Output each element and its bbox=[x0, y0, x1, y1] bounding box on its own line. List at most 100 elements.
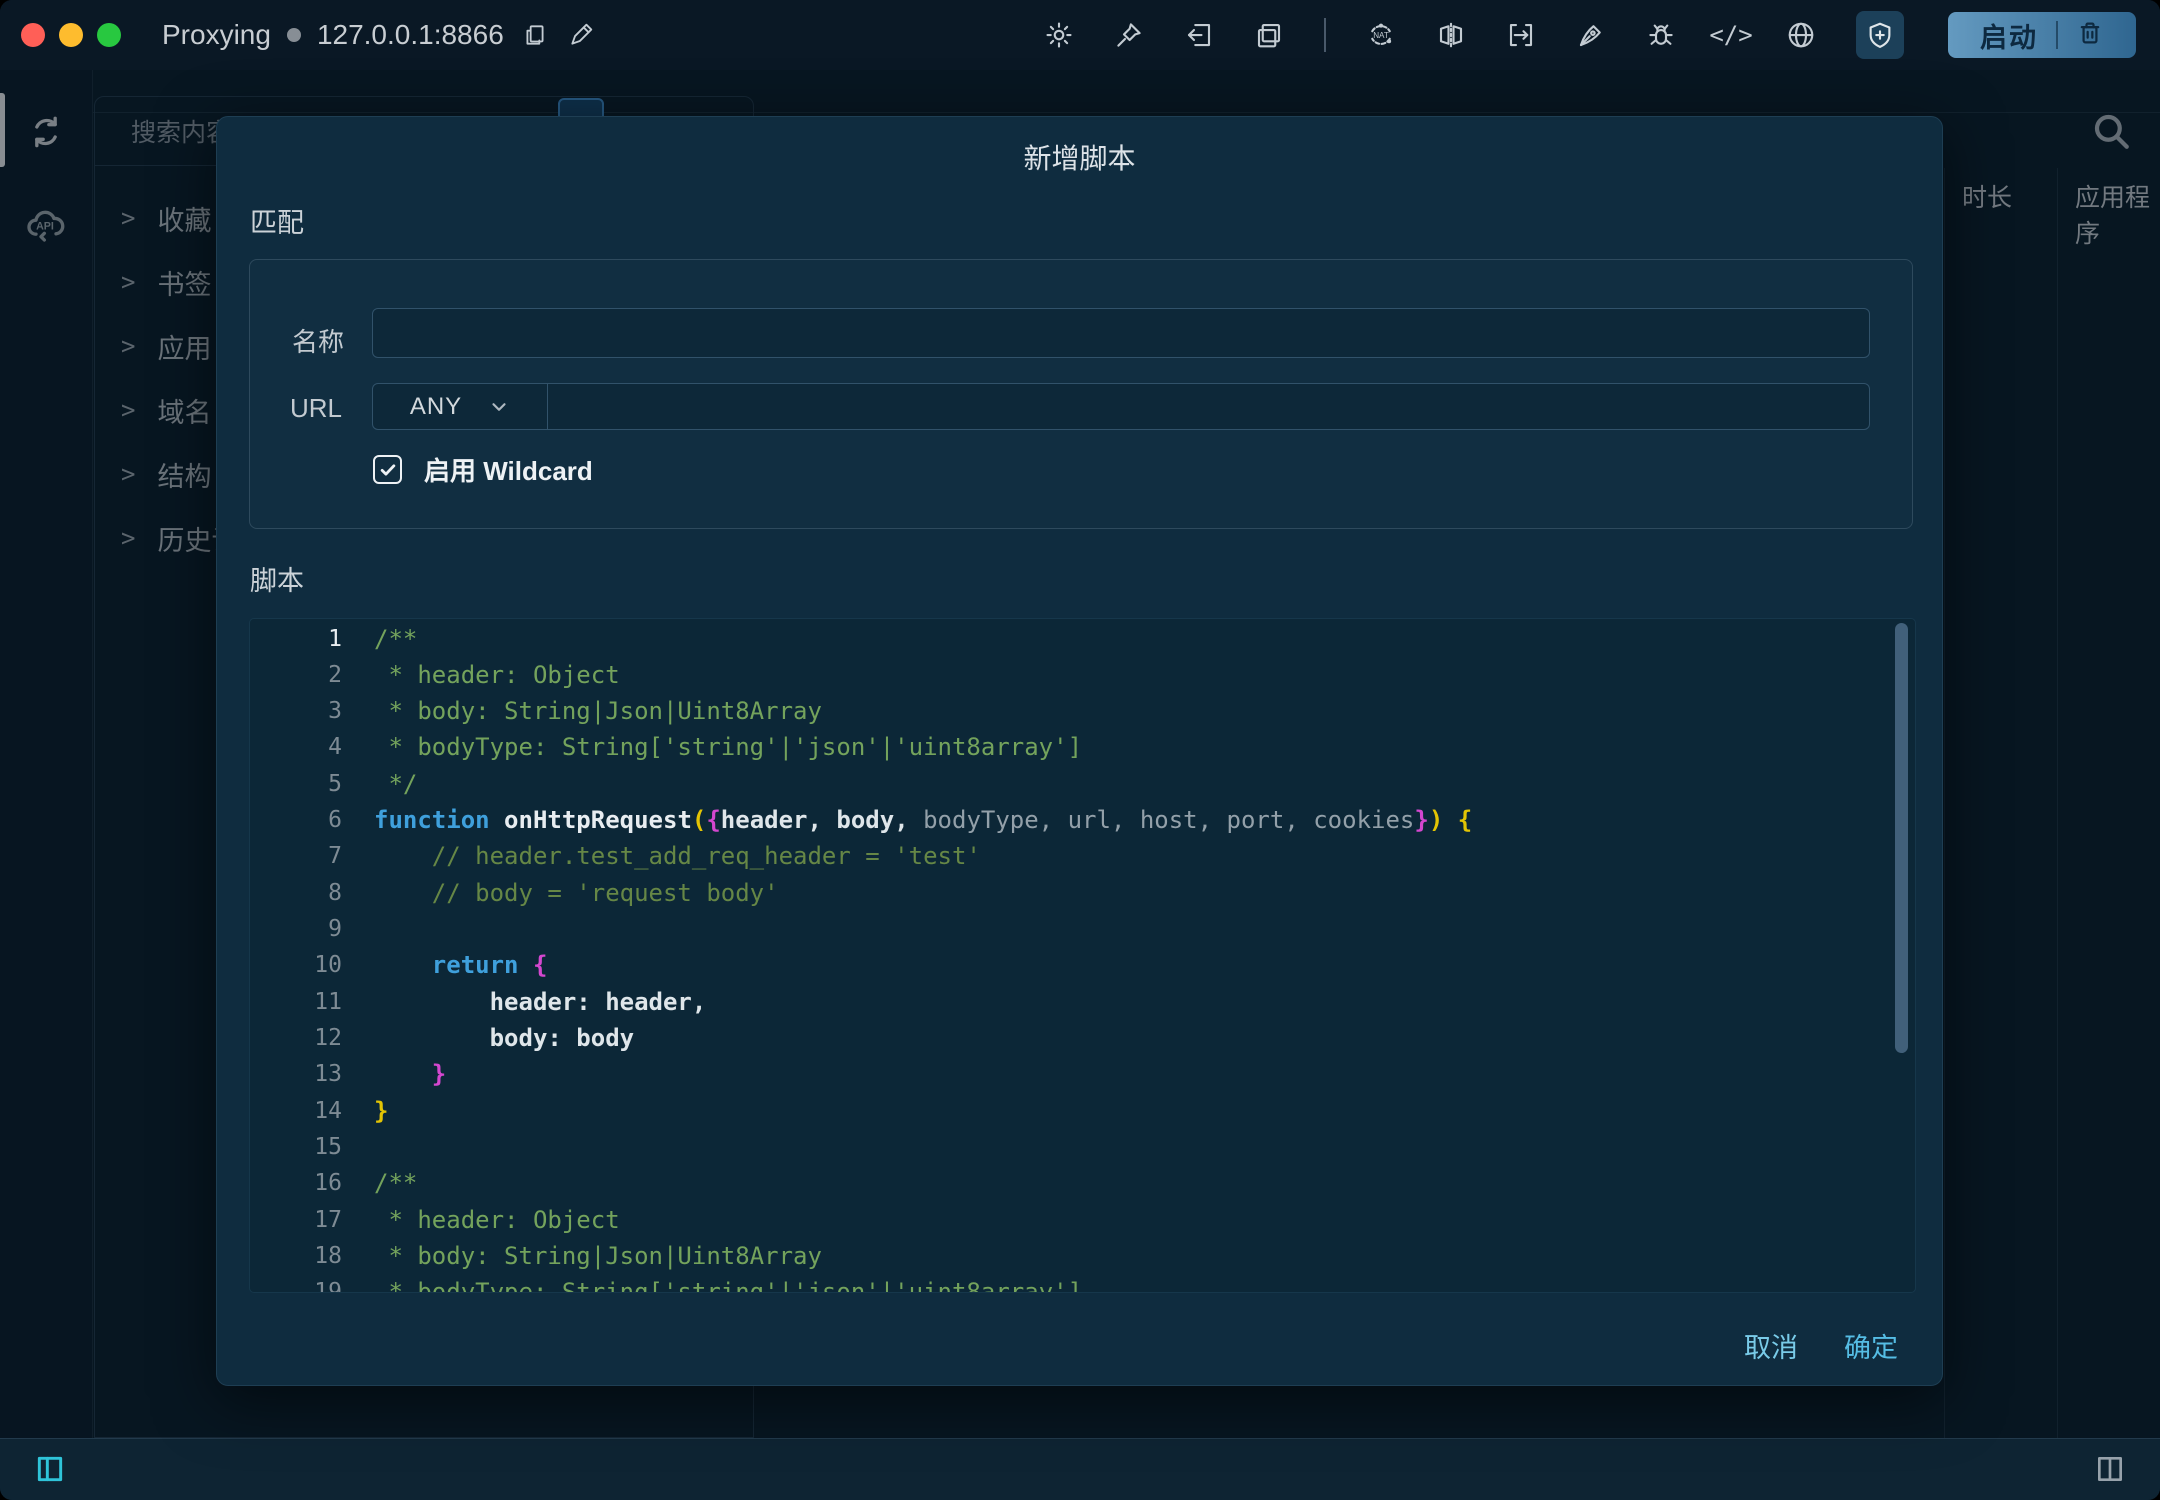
line-number: 8 bbox=[250, 880, 342, 906]
toggle-right-panel-icon[interactable] bbox=[2094, 1453, 2126, 1490]
match-section-label: 匹配 bbox=[250, 201, 304, 240]
line-number: 3 bbox=[250, 698, 342, 724]
code-line[interactable]: 5 */ bbox=[250, 765, 1915, 802]
app-window: Proxying 127.0.0.1:8866 bbox=[0, 0, 2160, 1500]
toggle-left-panel-icon[interactable] bbox=[34, 1453, 66, 1490]
proxy-address: 127.0.0.1:8866 bbox=[317, 19, 504, 51]
code-text: } bbox=[374, 1060, 446, 1088]
code-line[interactable]: 17 * header: Object bbox=[250, 1201, 1915, 1238]
code-text: header: header, bbox=[374, 988, 706, 1016]
code-text: * header: Object bbox=[374, 1206, 620, 1234]
url-label: URL bbox=[290, 393, 342, 424]
line-number: 15 bbox=[250, 1134, 342, 1160]
code-text: */ bbox=[374, 770, 417, 798]
code-line[interactable]: 12 body: body bbox=[250, 1020, 1915, 1057]
bug-icon[interactable] bbox=[1646, 20, 1676, 50]
code-text: // header.test_add_req_header = 'test' bbox=[374, 842, 981, 870]
line-number: 7 bbox=[250, 843, 342, 869]
line-number: 2 bbox=[250, 662, 342, 688]
line-number: 4 bbox=[250, 734, 342, 760]
title-bar: Proxying 127.0.0.1:8866 bbox=[0, 0, 2160, 70]
shield-plus-button[interactable] bbox=[1856, 11, 1904, 59]
code-editor[interactable]: 1/**2 * header: Object3 * body: String|J… bbox=[249, 618, 1916, 1293]
script-code-icon[interactable]: </> bbox=[1716, 20, 1746, 50]
code-line[interactable]: 15 bbox=[250, 1129, 1915, 1166]
code-line[interactable]: 8 // body = 'request body' bbox=[250, 874, 1915, 911]
save-icon[interactable] bbox=[1506, 20, 1536, 50]
nat-icon[interactable]: NAT bbox=[1366, 20, 1396, 50]
name-input[interactable] bbox=[372, 308, 1870, 358]
code-text: /** bbox=[374, 1169, 417, 1197]
code-line[interactable]: 16 /** bbox=[250, 1165, 1915, 1202]
toolbar: NAT </> 启动 bbox=[1044, 0, 2136, 70]
windows-icon[interactable] bbox=[1254, 20, 1284, 50]
window-controls bbox=[21, 23, 121, 47]
url-input[interactable] bbox=[548, 384, 1869, 429]
minimize-window-button[interactable] bbox=[59, 23, 83, 47]
code-line[interactable]: 13 } bbox=[250, 1056, 1915, 1093]
script-section-label: 脚本 bbox=[250, 559, 304, 598]
code-line[interactable]: 2 * header: Object bbox=[250, 656, 1915, 693]
mirror-icon[interactable] bbox=[1436, 20, 1466, 50]
code-text: * bodyType: String['string'|'json'|'uint… bbox=[374, 733, 1082, 761]
line-number: 16 bbox=[250, 1170, 342, 1196]
name-label: 名称 bbox=[292, 322, 344, 359]
copy-address-icon[interactable] bbox=[520, 20, 550, 50]
wildcard-label: 启用 Wildcard bbox=[424, 451, 593, 488]
wildcard-checkbox[interactable] bbox=[373, 455, 402, 484]
code-text: /** bbox=[374, 625, 417, 653]
code-text: body: body bbox=[374, 1024, 634, 1052]
line-number: 10 bbox=[250, 952, 342, 978]
status-dot bbox=[287, 28, 301, 42]
wildcard-checkbox-row: 启用 Wildcard bbox=[373, 451, 593, 488]
code-text: // body = 'request body' bbox=[374, 879, 779, 907]
status-bar bbox=[0, 1438, 2160, 1500]
code-line[interactable]: 6 function onHttpRequest({header, body, b… bbox=[250, 802, 1915, 839]
window-title: Proxying 127.0.0.1:8866 bbox=[162, 19, 596, 51]
code-line[interactable]: 4 * bodyType: String['string'|'json'|'ui… bbox=[250, 729, 1915, 766]
code-line[interactable]: 18 * body: String|Json|Uint8Array bbox=[250, 1238, 1915, 1275]
pin-icon[interactable] bbox=[1114, 20, 1144, 50]
code-text: * body: String|Json|Uint8Array bbox=[374, 1242, 822, 1270]
line-number: 17 bbox=[250, 1207, 342, 1233]
new-script-dialog: 新增脚本 匹配 名称 URL ANY 启用 Wildcard 脚本 bbox=[216, 116, 1943, 1386]
globe-icon[interactable] bbox=[1786, 20, 1816, 50]
code-line[interactable]: 3 * body: String|Json|Uint8Array bbox=[250, 693, 1915, 730]
dialog-title: 新增脚本 bbox=[217, 137, 1942, 177]
match-fieldset: 名称 URL ANY 启用 Wildcard bbox=[249, 259, 1913, 529]
line-number: 13 bbox=[250, 1061, 342, 1087]
code-text: * bodyType: String['string'|'json'|'uint… bbox=[374, 1278, 1082, 1293]
line-number: 1 bbox=[250, 626, 342, 652]
code-line[interactable]: 9 bbox=[250, 911, 1915, 948]
line-number: 14 bbox=[250, 1098, 342, 1124]
confirm-button[interactable]: 确定 bbox=[1844, 1326, 1898, 1365]
url-matcher-dropdown[interactable]: ANY bbox=[373, 384, 548, 429]
svg-text:NAT: NAT bbox=[1373, 31, 1389, 40]
code-line[interactable]: 14} bbox=[250, 1092, 1915, 1129]
line-number: 6 bbox=[250, 807, 342, 833]
pen-icon[interactable] bbox=[1576, 20, 1606, 50]
line-number: 9 bbox=[250, 916, 342, 942]
line-number: 5 bbox=[250, 771, 342, 797]
cancel-button[interactable]: 取消 bbox=[1744, 1326, 1798, 1365]
code-line[interactable]: 19 * bodyType: String['string'|'json'|'u… bbox=[250, 1274, 1915, 1293]
code-line[interactable]: 11 header: header, bbox=[250, 983, 1915, 1020]
dialog-footer: 取消 确定 bbox=[1744, 1326, 1898, 1365]
code-text: function onHttpRequest({header, body, bo… bbox=[374, 806, 1472, 834]
start-button[interactable]: 启动 bbox=[1980, 16, 2038, 55]
line-number: 19 bbox=[250, 1279, 342, 1293]
code-line[interactable]: 1 /** bbox=[250, 620, 1915, 657]
close-window-button[interactable] bbox=[21, 23, 45, 47]
import-icon[interactable] bbox=[1184, 20, 1214, 50]
zoom-window-button[interactable] bbox=[97, 23, 121, 47]
toolbar-separator bbox=[1324, 18, 1326, 52]
code-text: * header: Object bbox=[374, 661, 620, 689]
code-line[interactable]: 10 return { bbox=[250, 947, 1915, 984]
clear-trash-button[interactable] bbox=[2076, 19, 2104, 52]
code-text: return { bbox=[374, 951, 547, 979]
line-number: 11 bbox=[250, 989, 342, 1015]
code-line[interactable]: 7 // header.test_add_req_header = 'test' bbox=[250, 838, 1915, 875]
settings-gear-icon[interactable] bbox=[1044, 20, 1074, 50]
proxy-status-label: Proxying bbox=[162, 19, 271, 51]
edit-address-icon[interactable] bbox=[566, 20, 596, 50]
